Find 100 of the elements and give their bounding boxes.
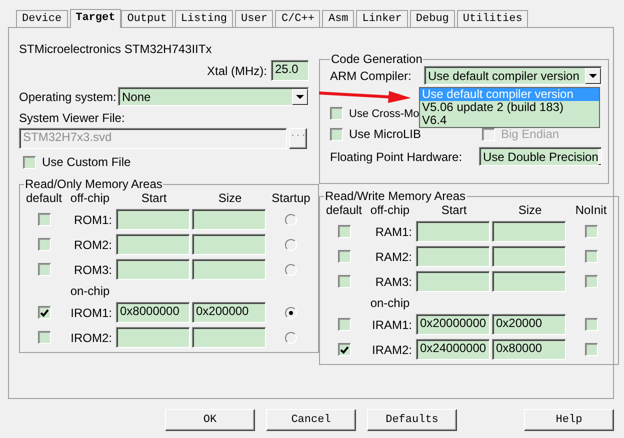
memory-label: ROM2: (72, 238, 113, 252)
size-field[interactable] (192, 209, 266, 230)
group-title: Code Generation (330, 52, 424, 66)
floating-point-dropdown[interactable]: Use Double Precision (479, 147, 602, 166)
size-field[interactable]: 0x200000 (192, 302, 266, 323)
checkbox[interactable] (338, 225, 350, 238)
caret-icon (589, 74, 597, 78)
xtal-field[interactable]: 25.0 (271, 60, 309, 81)
tab[interactable]: Target (70, 9, 122, 28)
column-header: Size (517, 203, 543, 217)
compiler-dropdown[interactable]: Use default compiler version (424, 66, 602, 85)
checkbox-label: Big Endian (501, 127, 560, 141)
checkbox[interactable] (330, 107, 343, 120)
section-label: on-chip (369, 296, 411, 310)
operating-system-dropdown[interactable]: None (118, 87, 309, 106)
checkbox[interactable] (338, 250, 350, 263)
dropdown-option[interactable]: V5.06 update 2 (build 183) (420, 101, 599, 114)
start-field[interactable] (116, 209, 190, 230)
dialog-button[interactable]: Defaults (367, 409, 457, 431)
dropdown-option[interactable]: V6.4 (420, 114, 599, 127)
size-field[interactable] (492, 221, 566, 242)
checkbox[interactable] (38, 213, 50, 226)
checkbox[interactable] (38, 238, 50, 251)
memory-label: IROM2: (70, 330, 113, 344)
start-field[interactable] (416, 221, 490, 242)
memory-label: ROM1: (72, 212, 113, 226)
checkbox[interactable] (38, 331, 50, 344)
checkbox[interactable] (584, 318, 598, 331)
startup-radio[interactable] (285, 238, 297, 250)
group-title: Read/Write Memory Areas (324, 189, 466, 203)
tab[interactable]: Linker (356, 10, 408, 27)
start-field[interactable] (116, 234, 190, 255)
checkbox[interactable] (330, 128, 343, 140)
checkbox[interactable] (38, 263, 50, 276)
tab[interactable]: Device (16, 10, 68, 27)
tab[interactable]: Listing (174, 10, 234, 27)
checkbox[interactable] (23, 156, 36, 168)
column-header: Start (140, 191, 168, 205)
column-header: Startup (270, 191, 312, 205)
group-title: Read/Only Memory Areas (24, 177, 164, 191)
startup-radio[interactable] (285, 332, 297, 344)
start-field[interactable]: 0x20000000 (416, 314, 490, 335)
size-field[interactable] (492, 271, 566, 292)
checkbox[interactable] (338, 275, 350, 288)
startup-radio[interactable] (285, 264, 297, 276)
field-label: Operating system: (19, 90, 116, 104)
checkbox-label: Use MicroLIB (349, 127, 422, 141)
memory-label: RAM3: (374, 274, 413, 288)
field-label: Xtal (MHz): (207, 64, 267, 78)
checkbox[interactable] (338, 318, 350, 331)
dialog-button[interactable]: OK (165, 409, 255, 431)
checkbox[interactable] (584, 225, 598, 238)
checkbox-label: Use Cross-Mo (349, 108, 420, 120)
start-field[interactable]: 0x8000000 (116, 302, 190, 323)
checkmark-icon (340, 346, 348, 354)
start-field[interactable] (116, 259, 190, 280)
checkbox[interactable] (584, 275, 598, 288)
tab[interactable]: C/C++ (275, 10, 320, 27)
column-header: Start (440, 203, 468, 217)
size-field[interactable] (492, 246, 566, 267)
section-label: on-chip (69, 284, 111, 298)
device-name: STMicroelectronics STM32H743IITx (19, 42, 213, 56)
field-label: System Viewer File: (19, 111, 126, 125)
start-field[interactable] (116, 327, 190, 348)
column-header: default (24, 191, 64, 205)
checkbox[interactable] (338, 343, 350, 356)
field-label: Floating Point Hardware: (330, 150, 462, 164)
tab[interactable]: User (235, 10, 274, 27)
column-header: NoInit (574, 203, 608, 217)
caret-icon (296, 94, 304, 98)
checkbox-label: Use Custom File (42, 155, 131, 169)
column-header: off-chip (369, 203, 411, 217)
size-field[interactable]: 0x80000 (492, 339, 566, 360)
start-field[interactable]: 0x24000000 (416, 339, 490, 360)
start-field[interactable] (416, 271, 490, 292)
startup-radio[interactable] (285, 214, 297, 226)
tab[interactable]: Debug (410, 10, 455, 27)
size-field[interactable]: 0x20000 (492, 314, 566, 335)
size-field[interactable] (192, 327, 266, 348)
column-header: default (324, 203, 364, 217)
tab[interactable]: Output (121, 10, 173, 27)
checkbox[interactable] (584, 250, 598, 263)
memory-label: IROM1: (70, 306, 113, 320)
memory-label: IRAM2: (370, 342, 413, 356)
memory-label: IRAM1: (370, 318, 413, 332)
field-label: ARM Compiler: (330, 68, 412, 82)
dialog-button[interactable]: Help (524, 409, 614, 431)
size-field[interactable] (192, 259, 266, 280)
memory-label: RAM2: (374, 250, 413, 264)
checkbox[interactable] (584, 343, 598, 356)
tab[interactable]: Utilities (456, 10, 528, 27)
tab[interactable]: Asm (322, 10, 354, 27)
checkbox[interactable] (38, 306, 50, 319)
startup-radio[interactable] (285, 306, 297, 318)
start-field[interactable] (416, 246, 490, 267)
memory-label: RAM1: (374, 224, 413, 238)
column-header: Size (217, 191, 243, 205)
column-header: off-chip (69, 191, 111, 205)
size-field[interactable] (192, 234, 266, 255)
dialog-button[interactable]: Cancel (266, 409, 356, 431)
